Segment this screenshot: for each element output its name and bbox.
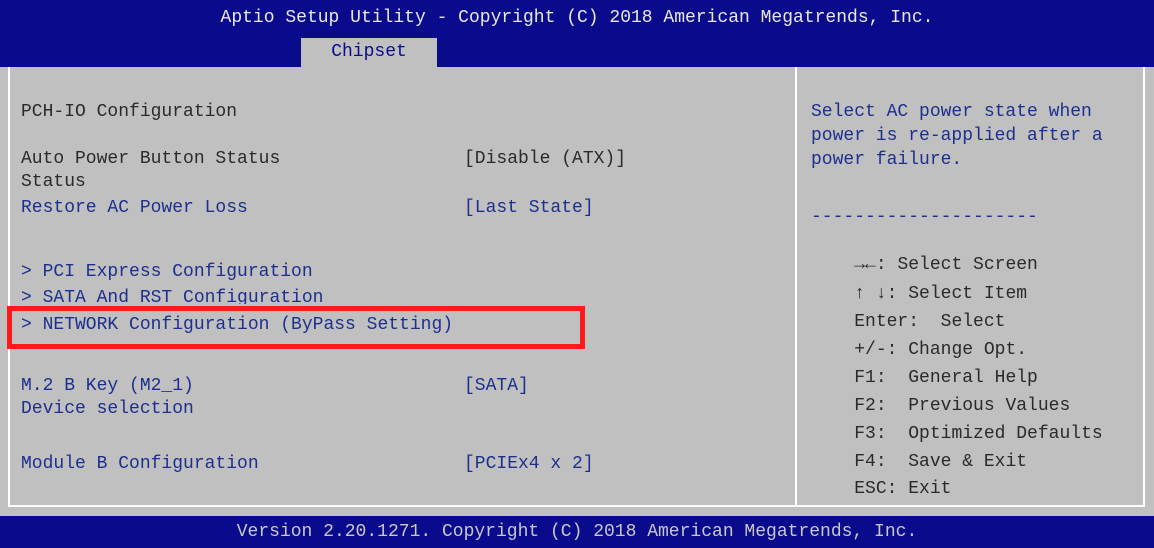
help-line-3: power failure. (811, 150, 963, 170)
help-line-2: power is re-applied after a (811, 126, 1103, 146)
title-bar: Aptio Setup Utility - Copyright (C) 2018… (0, 0, 1154, 67)
submenu-pci-express-configuration[interactable]: > PCI Express Configuration (21, 262, 313, 282)
setting-value-auto-power-button-status: [Disable (ATX)] (464, 149, 627, 169)
tab-chipset[interactable]: Chipset (301, 38, 437, 67)
setting-m2-b-key[interactable]: M.2 B Key (M2_1) (21, 376, 194, 396)
setting-value-restore-ac-power-loss[interactable]: [Last State] (464, 198, 594, 218)
app-title: Aptio Setup Utility - Copyright (C) 2018… (220, 8, 934, 28)
setting-value-module-b-configuration[interactable]: [PCIEx4 x 2] (464, 454, 594, 474)
submenu-sata-and-rst-configuration[interactable]: > SATA And RST Configuration (21, 288, 323, 304)
setting-label-auto-power-button-status: Auto Power Button Status (21, 149, 281, 169)
setting-label-status: Status (21, 172, 86, 192)
version-text: Version 2.20.1271. Copyright (C) 2018 Am… (236, 522, 918, 542)
highlight-box (7, 306, 585, 349)
settings-panel (8, 67, 796, 507)
section-title: PCH-IO Configuration (21, 102, 238, 122)
setting-module-b-configuration[interactable]: Module B Configuration (21, 454, 259, 474)
setting-restore-ac-power-loss[interactable]: Restore AC Power Loss (21, 198, 248, 218)
setting-value-m2-b-key[interactable]: [SATA] (464, 376, 529, 396)
help-line-1: Select AC power state when (811, 102, 1092, 122)
setting-m2-device-selection[interactable]: Device selection (21, 399, 194, 419)
bios-screen: Aptio Setup Utility - Copyright (C) 2018… (0, 0, 1154, 548)
key-hint-esc: ESC: Exit (854, 479, 952, 499)
footer-bar: Version 2.20.1271. Copyright (C) 2018 Am… (0, 516, 1154, 548)
help-separator: --------------------- (811, 207, 1038, 227)
